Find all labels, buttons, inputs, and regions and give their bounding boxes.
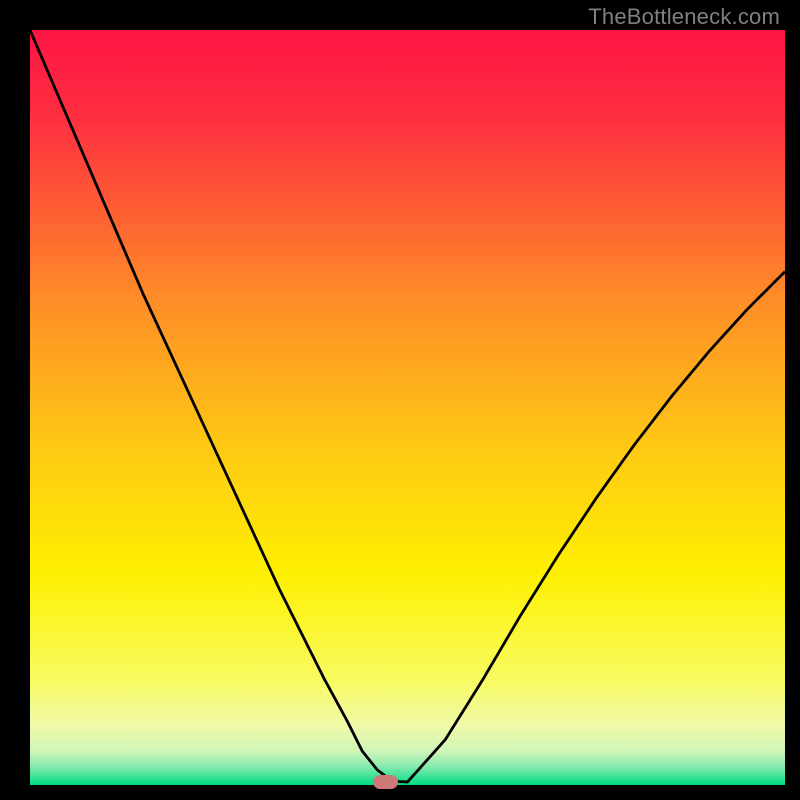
watermark-text: TheBottleneck.com <box>588 4 780 30</box>
optimal-marker <box>373 775 398 789</box>
chart-container: TheBottleneck.com <box>0 0 800 800</box>
gradient-background <box>30 30 785 785</box>
plot-area <box>30 30 785 785</box>
chart-svg <box>30 30 785 785</box>
